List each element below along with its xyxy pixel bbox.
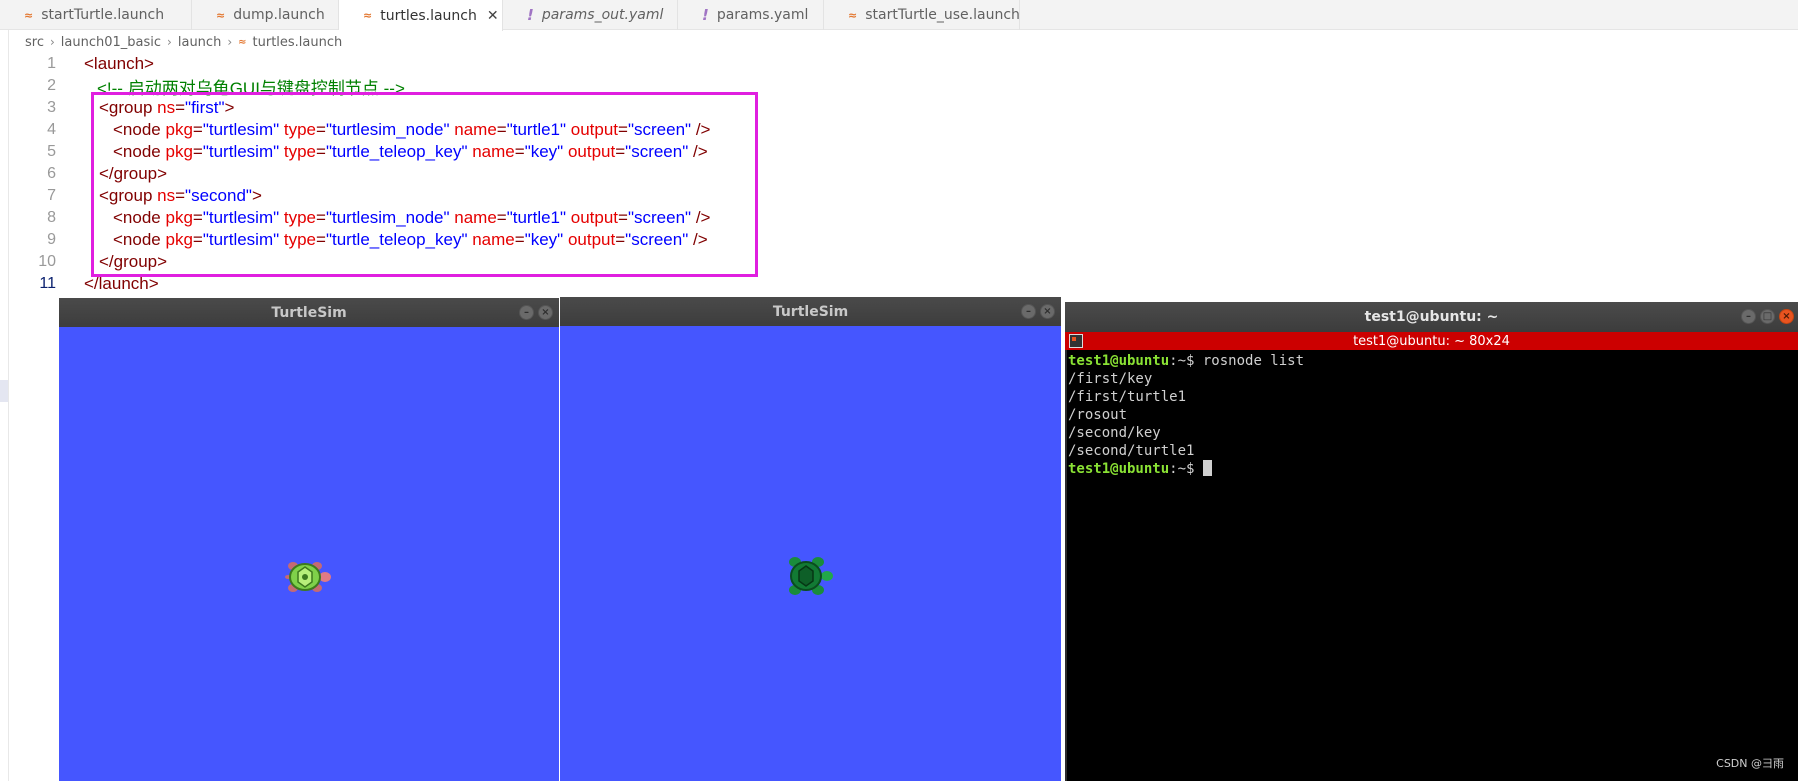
window-title: TurtleSim <box>772 303 849 320</box>
breadcrumb-item[interactable]: launch01_basic <box>61 35 161 50</box>
tab-params-yaml[interactable]: ! params.yaml <box>678 0 824 30</box>
window-titlebar[interactable]: TurtleSim – × <box>59 298 559 327</box>
tab-turtles-launch[interactable]: ≈ turtles.launch ✕ <box>339 0 503 31</box>
terminal-text: /second/turtle1 <box>1068 443 1195 459</box>
prompt-user: test1@ubuntu <box>1068 461 1170 477</box>
tab-startturtle-launch[interactable]: ≈ startTurtle.launch <box>0 0 192 30</box>
tab-label: params.yaml <box>716 7 809 23</box>
line-number: 2 <box>47 77 56 94</box>
code-line[interactable]: 1 <launch> <box>0 53 1798 75</box>
tab-label: startTurtle.launch <box>41 7 165 23</box>
tab-label: dump.launch <box>233 7 325 23</box>
minimize-icon[interactable]: – <box>519 305 534 320</box>
line-number: 6 <box>47 165 56 182</box>
code-text: </launch> <box>84 274 159 294</box>
terminal-icon <box>1069 334 1083 348</box>
rss-file-icon: ≈ <box>848 8 858 22</box>
minimize-icon[interactable]: – <box>1741 309 1756 324</box>
rss-file-icon: ≈ <box>216 8 226 22</box>
watermark: CSDN @彐雨 <box>1716 757 1784 770</box>
chevron-right-icon: › <box>49 35 55 49</box>
tab-params-out-yaml[interactable]: ! params_out.yaml <box>503 0 678 30</box>
breadcrumb-item[interactable]: src <box>25 35 44 50</box>
prompt-user: test1@ubuntu <box>1068 353 1170 369</box>
terminal-line: test1@ubuntu:~$ <box>1068 460 1798 478</box>
window-title: TurtleSim <box>271 304 347 321</box>
sidebar-scroll-marker <box>0 380 8 402</box>
breadcrumb-item[interactable]: launch <box>178 35 221 50</box>
tab-label: turtles.launch <box>380 7 477 24</box>
tab-startturtle-use-launch[interactable]: ≈ startTurtle_use.launch <box>824 0 1020 30</box>
terminal-line: /second/turtle1 <box>1068 442 1798 460</box>
turtle-light-icon <box>285 562 331 592</box>
terminal-line: /first/turtle1 <box>1068 388 1798 406</box>
line-number: 11 <box>39 275 56 292</box>
terminal-text: /first/turtle1 <box>1068 389 1187 405</box>
maximize-icon[interactable]: □ <box>1760 309 1775 324</box>
turtlesim-canvas <box>560 326 1061 781</box>
prompt-path: :~$ <box>1169 461 1203 477</box>
terminal-line: test1@ubuntu:~$ rosnode list <box>1068 352 1798 370</box>
terminal-line: /second/key <box>1068 424 1798 442</box>
breadcrumb-item[interactable]: turtles.launch <box>253 35 343 50</box>
terminal-line: /first/key <box>1068 370 1798 388</box>
minimize-icon[interactable]: – <box>1021 304 1036 319</box>
terminal-text: /rosout <box>1068 407 1128 423</box>
line-number: 5 <box>47 143 56 160</box>
turtlesim-window-first[interactable]: TurtleSim – × <box>59 298 559 781</box>
close-icon[interactable]: ✕ <box>487 8 499 24</box>
line-number: 3 <box>47 99 56 116</box>
line-number: 9 <box>47 231 56 248</box>
terminal-text: rosnode list <box>1202 353 1305 369</box>
line-number: 7 <box>47 187 56 204</box>
window-titlebar[interactable]: test1@ubuntu: ~ – □ × <box>1065 302 1798 332</box>
text-cursor <box>1202 460 1212 476</box>
line-number: 8 <box>47 209 56 226</box>
terminal-text: /first/key <box>1068 371 1153 387</box>
line-number: 10 <box>38 253 56 270</box>
breadcrumb: src › launch01_basic › launch › ≈ turtles.launc… <box>25 32 342 52</box>
rss-file-icon: ≈ <box>363 9 373 22</box>
highlight-annotation-box <box>91 92 758 277</box>
turtlesim-canvas <box>59 327 559 781</box>
chevron-right-icon: › <box>227 35 233 49</box>
prompt-path: :~$ <box>1169 353 1203 369</box>
line-number: 1 <box>47 55 56 72</box>
code-text: <launch> <box>84 54 154 74</box>
tab-label: params_out.yaml <box>541 7 664 23</box>
terminal-tab[interactable]: test1@ubuntu: ~ 80x24 <box>1065 332 1798 350</box>
turtle-dark-icon <box>789 557 833 595</box>
tab-label: startTurtle_use.launch <box>865 7 1020 23</box>
terminal-tab-label: test1@ubuntu: ~ 80x24 <box>1353 333 1510 349</box>
yaml-file-icon: ! <box>527 6 534 24</box>
tab-dump-launch[interactable]: ≈ dump.launch <box>192 0 339 30</box>
terminal-line: /rosout <box>1068 406 1798 424</box>
terminal-text: /second/key <box>1068 425 1161 441</box>
code-token: <launch> <box>84 54 154 73</box>
close-icon[interactable]: × <box>1040 304 1055 319</box>
close-icon[interactable]: × <box>538 305 553 320</box>
line-number: 4 <box>47 121 56 138</box>
editor-tab-bar: ≈ startTurtle.launch ≈ dump.launch ≈ turtles.… <box>0 0 1798 31</box>
rss-file-icon: ≈ <box>238 36 247 48</box>
terminal-window[interactable]: test1@ubuntu: ~ – □ × test1@ubuntu: ~ 80… <box>1065 302 1798 781</box>
close-icon[interactable]: × <box>1779 309 1794 324</box>
yaml-file-icon: ! <box>702 6 709 24</box>
window-titlebar[interactable]: TurtleSim – × <box>560 297 1061 326</box>
turtlesim-window-second[interactable]: TurtleSim – × <box>560 297 1061 781</box>
chevron-right-icon: › <box>167 35 172 49</box>
rss-file-icon: ≈ <box>24 8 34 22</box>
terminal-screen[interactable]: test1@ubuntu:~$ rosnode list/first/key/f… <box>1067 350 1798 781</box>
window-title: test1@ubuntu: ~ <box>1364 309 1499 325</box>
